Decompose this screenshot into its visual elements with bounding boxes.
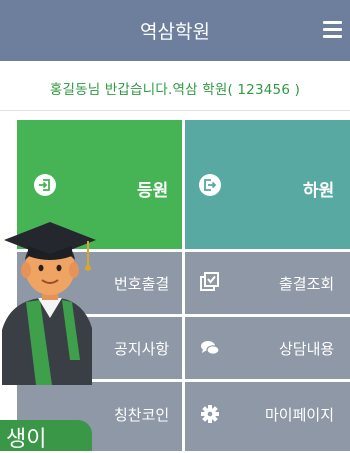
attendance-lookup-button[interactable]: 출결조회 <box>185 252 350 314</box>
checkout-button[interactable]: 하원 <box>185 120 350 249</box>
divider <box>0 110 350 111</box>
hamburger-menu-icon[interactable] <box>323 21 342 39</box>
number-attendance-label: 번호출결 <box>114 275 170 293</box>
sign-in-icon <box>34 174 56 196</box>
notice-label: 공지사항 <box>114 340 170 358</box>
chat-bubbles-icon <box>201 341 220 355</box>
checkout-label: 하원 <box>303 181 335 201</box>
graduate-student-icon <box>2 222 96 385</box>
student-badge: 생이 <box>0 420 92 452</box>
checkin-label: 등원 <box>137 181 169 201</box>
consult-label: 상담내용 <box>279 340 335 358</box>
check-square-icon <box>200 272 219 291</box>
attendance-lookup-label: 출결조회 <box>279 275 335 293</box>
student-badge-text: 생이 <box>6 427 47 452</box>
mypage-label: 마이페이지 <box>265 406 335 424</box>
mypage-button[interactable]: 마이페이지 <box>185 382 350 451</box>
app-header: 역삼학원 <box>0 0 350 61</box>
sign-out-icon <box>199 174 221 196</box>
welcome-message: 홍길동님 반갑습니다.역삼 학원( 123456 ) <box>49 82 301 98</box>
app-title: 역삼학원 <box>140 21 210 43</box>
praise-coin-label: 칭찬코인 <box>114 406 170 424</box>
consult-button[interactable]: 상담내용 <box>185 317 350 379</box>
gear-icon <box>201 405 219 423</box>
